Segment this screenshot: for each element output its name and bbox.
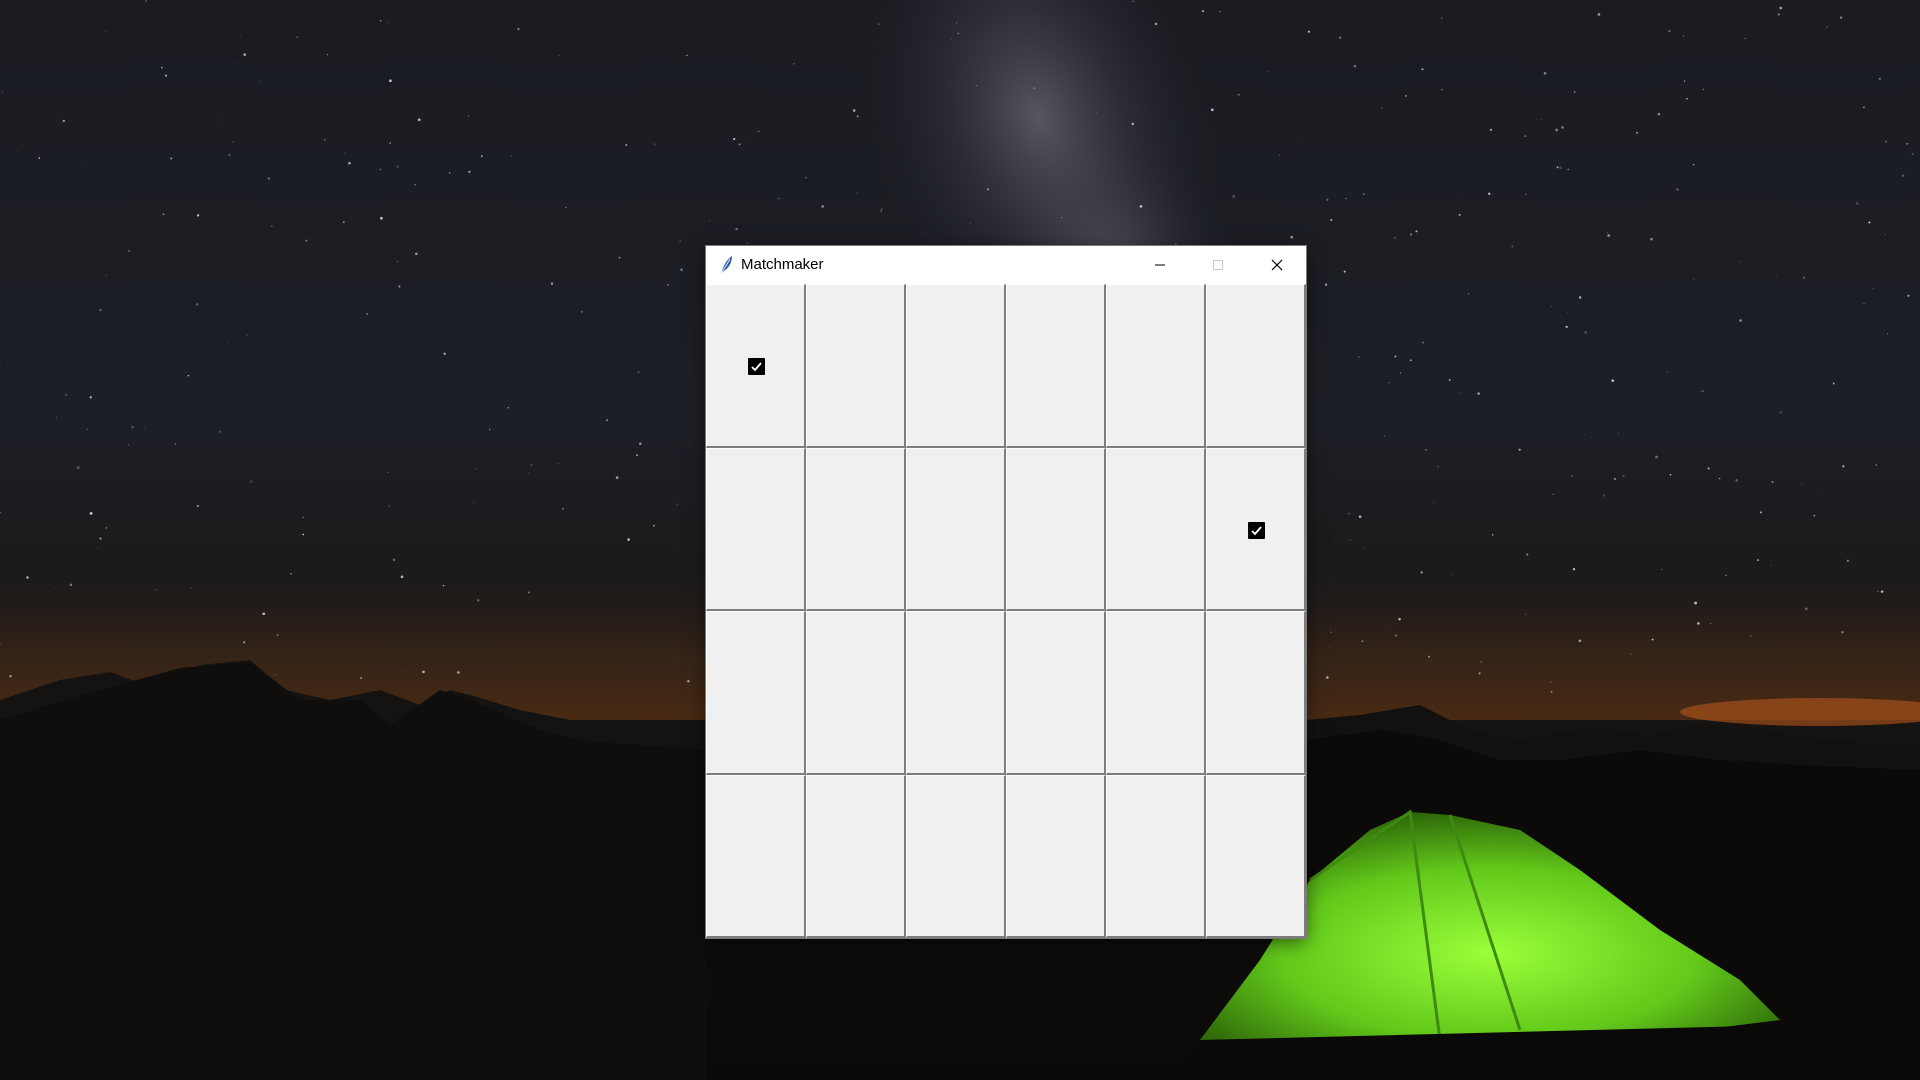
close-button[interactable] xyxy=(1248,246,1306,284)
tile-button[interactable] xyxy=(706,611,806,775)
title-bar[interactable]: Matchmaker xyxy=(706,246,1306,284)
maximize-button[interactable] xyxy=(1189,246,1247,284)
tile-button[interactable] xyxy=(1006,611,1106,775)
card-grid xyxy=(706,284,1306,938)
tile-button[interactable] xyxy=(706,284,806,448)
tile-button[interactable] xyxy=(706,448,806,611)
checkmark-icon xyxy=(1248,522,1265,539)
tile-button[interactable] xyxy=(1206,611,1306,775)
tile-button[interactable] xyxy=(1006,284,1106,448)
tile-button[interactable] xyxy=(1206,448,1306,611)
feather-icon xyxy=(720,256,732,275)
close-icon xyxy=(1271,259,1283,271)
tile-button[interactable] xyxy=(1006,448,1106,611)
minimize-button[interactable] xyxy=(1131,246,1189,284)
tile-button[interactable] xyxy=(806,448,906,611)
tile-button[interactable] xyxy=(1106,284,1206,448)
desktop: Matchmaker xyxy=(0,0,1920,1080)
tile-button[interactable] xyxy=(906,775,1006,938)
tile-button[interactable] xyxy=(1106,611,1206,775)
tile-button[interactable] xyxy=(806,775,906,938)
tile-button[interactable] xyxy=(706,775,806,938)
checkmark-icon xyxy=(748,358,765,375)
tile-button[interactable] xyxy=(806,284,906,448)
tile-button[interactable] xyxy=(1106,775,1206,938)
minimize-icon xyxy=(1155,264,1165,266)
matchmaker-window: Matchmaker xyxy=(706,246,1306,938)
tile-button[interactable] xyxy=(906,284,1006,448)
tile-button[interactable] xyxy=(1206,775,1306,938)
tile-button[interactable] xyxy=(906,611,1006,775)
maximize-icon xyxy=(1213,260,1223,270)
tile-button[interactable] xyxy=(906,448,1006,611)
tile-button[interactable] xyxy=(806,611,906,775)
window-title: Matchmaker xyxy=(741,256,824,273)
tile-button[interactable] xyxy=(1106,448,1206,611)
tile-button[interactable] xyxy=(1206,284,1306,448)
tile-button[interactable] xyxy=(1006,775,1106,938)
